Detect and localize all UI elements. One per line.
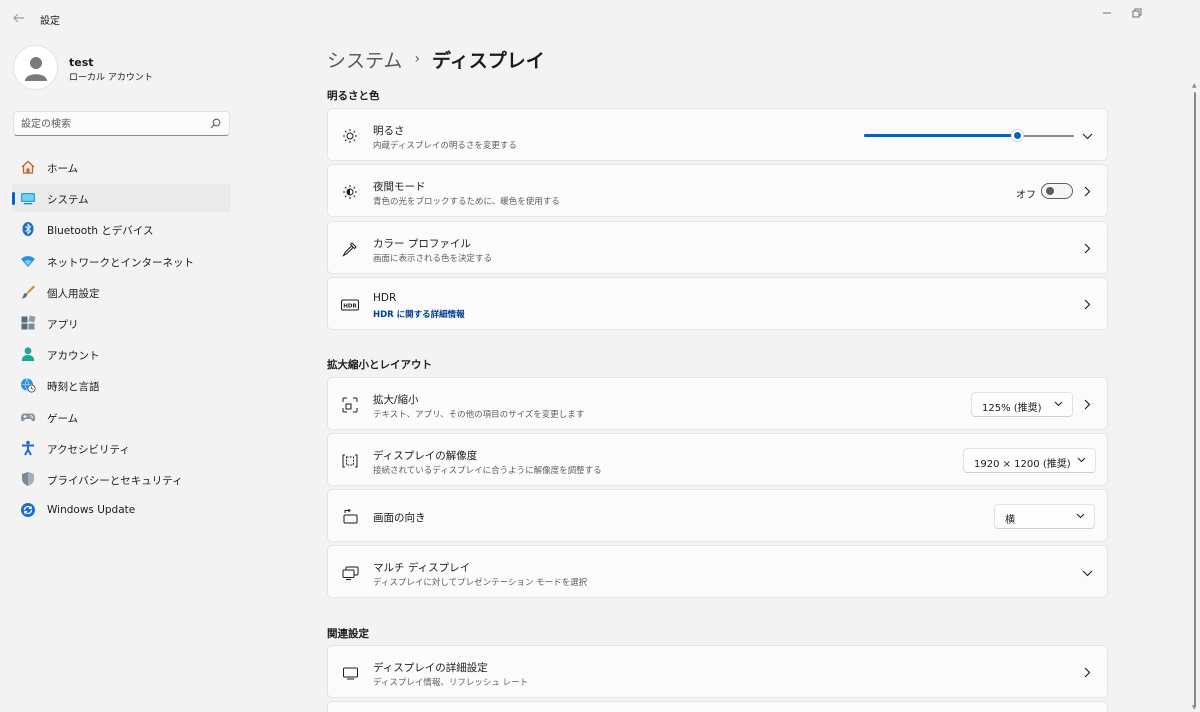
multi-display-subtitle: ディスプレイに対してプレゼンテーション モードを選択 bbox=[373, 578, 588, 588]
chevron-right-icon[interactable] bbox=[1081, 398, 1093, 410]
chevron-right-icon[interactable] bbox=[1081, 298, 1093, 310]
scroll-up-arrow[interactable]: ▲ bbox=[1192, 82, 1197, 89]
section-title-related: 関連設定 bbox=[327, 628, 369, 640]
hdr-card[interactable]: HDR HDR HDR に関する詳細情報 bbox=[327, 277, 1108, 330]
multi-monitor-icon bbox=[341, 564, 359, 582]
chevron-right-icon[interactable] bbox=[1081, 242, 1093, 254]
orientation-dropdown[interactable]: 横 bbox=[994, 504, 1095, 529]
color-profile-subtitle: 画面に表示される色を決定する bbox=[373, 254, 493, 264]
page-title: ディスプレイ bbox=[432, 49, 545, 72]
chevron-down-icon bbox=[1077, 457, 1086, 463]
scroll-down-arrow[interactable]: ▼ bbox=[1192, 704, 1197, 711]
scale-card[interactable]: 拡大/縮小 テキスト、アプリ、その他の項目のサイズを変更します 125% (推奨… bbox=[327, 377, 1108, 430]
breadcrumb-separator: › bbox=[414, 51, 421, 67]
scale-icon bbox=[341, 396, 359, 414]
main-content: システム › ディスプレイ 明るさと色 明るさ 内蔵ディスプレイの明るさを変更す… bbox=[0, 0, 1200, 712]
brightness-subtitle: 内蔵ディスプレイの明るさを変更する bbox=[373, 141, 517, 151]
hdr-info-link[interactable]: HDR に関する詳細情報 bbox=[373, 308, 465, 320]
chevron-right-icon[interactable] bbox=[1081, 666, 1093, 678]
color-profile-title: カラー プロファイル bbox=[373, 238, 471, 250]
multi-display-card[interactable]: マルチ ディスプレイ ディスプレイに対してプレゼンテーション モードを選択 bbox=[327, 545, 1108, 598]
night-light-icon bbox=[341, 183, 359, 201]
brightness-title: 明るさ bbox=[373, 125, 405, 137]
advanced-display-subtitle: ディスプレイ情報、リフレッシュ レート bbox=[373, 678, 529, 688]
resolution-title: ディスプレイの解像度 bbox=[373, 450, 478, 462]
night-light-card[interactable]: 夜間モード 青色の光をブロックするために、暖色を使用する オフ bbox=[327, 164, 1108, 217]
brightness-card[interactable]: 明るさ 内蔵ディスプレイの明るさを変更する bbox=[327, 108, 1108, 161]
monitor-outline-icon bbox=[341, 664, 359, 682]
slider-fill bbox=[864, 134, 1018, 137]
chevron-down-icon bbox=[1076, 513, 1085, 519]
chevron-down-icon bbox=[1054, 401, 1063, 407]
resolution-card[interactable]: ディスプレイの解像度 接続されているディスプレイに合うように解像度を調整する 1… bbox=[327, 433, 1108, 486]
breadcrumb-parent[interactable]: システム bbox=[327, 46, 402, 73]
advanced-display-title: ディスプレイの詳細設定 bbox=[373, 662, 488, 674]
eyedropper-icon bbox=[341, 240, 359, 258]
scale-title: 拡大/縮小 bbox=[373, 394, 419, 406]
night-light-subtitle: 青色の光をブロックするために、暖色を使用する bbox=[373, 197, 560, 207]
night-light-state: オフ bbox=[1016, 190, 1036, 201]
scrollbar-thumb[interactable] bbox=[1194, 92, 1196, 706]
orientation-value: 横 bbox=[1005, 515, 1015, 526]
hdr-icon: HDR bbox=[341, 296, 359, 314]
multi-display-title: マルチ ディスプレイ bbox=[373, 562, 471, 574]
chevron-right-icon[interactable] bbox=[1081, 185, 1093, 197]
resolution-icon bbox=[341, 452, 359, 470]
resolution-value: 1920 × 1200 (推奨) bbox=[974, 459, 1071, 470]
night-light-title: 夜間モード bbox=[373, 181, 426, 193]
toggle-knob bbox=[1046, 187, 1054, 195]
hdr-icon-text: HDR bbox=[343, 304, 357, 310]
next-card[interactable] bbox=[327, 701, 1108, 712]
slider-thumb[interactable] bbox=[1011, 129, 1025, 142]
scale-subtitle: テキスト、アプリ、その他の項目のサイズを変更します bbox=[373, 410, 585, 420]
orientation-title: 画面の向き bbox=[373, 512, 426, 524]
hdr-title: HDR bbox=[373, 292, 397, 304]
breadcrumb: システム › ディスプレイ bbox=[327, 44, 545, 74]
chevron-down-icon[interactable] bbox=[1081, 130, 1093, 142]
section-title-brightness-color: 明るさと色 bbox=[327, 90, 380, 102]
orientation-card[interactable]: 画面の向き 横 bbox=[327, 489, 1108, 542]
section-title-scale-layout: 拡大縮小とレイアウト bbox=[327, 359, 432, 371]
chevron-down-icon[interactable] bbox=[1081, 567, 1093, 579]
brightness-slider[interactable] bbox=[864, 129, 1074, 142]
rotate-screen-icon bbox=[341, 508, 359, 526]
night-light-toggle[interactable] bbox=[1041, 183, 1073, 199]
sun-icon bbox=[341, 127, 359, 145]
resolution-subtitle: 接続されているディスプレイに合うように解像度を調整する bbox=[373, 466, 602, 476]
advanced-display-card[interactable]: ディスプレイの詳細設定 ディスプレイ情報、リフレッシュ レート bbox=[327, 645, 1108, 698]
scale-dropdown[interactable]: 125% (推奨) bbox=[971, 392, 1073, 417]
color-profile-card[interactable]: カラー プロファイル 画面に表示される色を決定する bbox=[327, 221, 1108, 274]
resolution-dropdown[interactable]: 1920 × 1200 (推奨) bbox=[963, 448, 1096, 473]
scale-value: 125% (推奨) bbox=[982, 403, 1042, 414]
